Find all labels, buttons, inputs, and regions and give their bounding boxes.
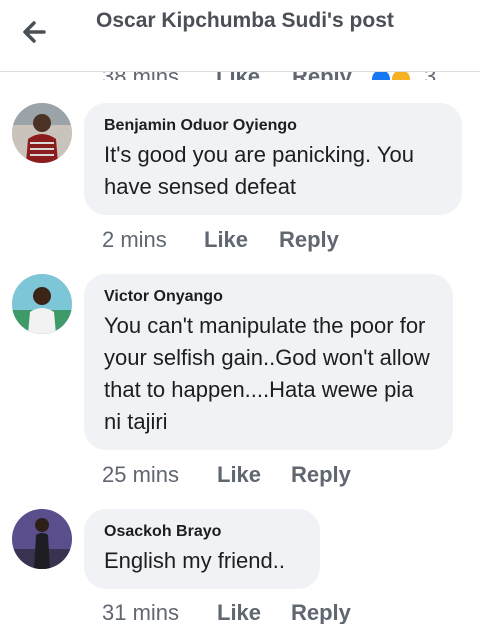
comment-time: 25 mins [102, 462, 180, 487]
comment-time: 2 mins [102, 227, 167, 252]
comment-actions: 25 mins Like Reply [0, 462, 480, 492]
comment-text: It's good you are panicking. You have se… [104, 142, 414, 199]
comment-author[interactable]: Victor Onyango [104, 286, 433, 308]
comment-author[interactable]: Osackoh Brayo [104, 521, 300, 543]
reply-button[interactable]: Reply [291, 462, 351, 488]
comment-text: You can't manipulate the poor for your s… [104, 313, 430, 434]
comment-bubble[interactable]: Victor Onyango You can't manipulate the … [84, 274, 453, 450]
like-button[interactable]: Like [204, 227, 248, 253]
avatar[interactable] [12, 103, 72, 163]
comment-author[interactable]: Benjamin Oduor Oyiengo [104, 115, 442, 137]
comment-bubble[interactable]: Osackoh Brayo English my friend.. [84, 509, 320, 589]
page-title: Oscar Kipchumba Sudi's post [96, 9, 394, 32]
comment-actions: 31 mins Like Reply [0, 600, 480, 624]
like-button[interactable]: Like [217, 462, 261, 488]
reply-button[interactable]: Reply [279, 227, 339, 253]
avatar[interactable] [12, 274, 72, 334]
arrow-left-icon [23, 21, 46, 43]
comment-actions: 2 mins Like Reply [0, 227, 480, 257]
comment-bubble[interactable]: Benjamin Oduor Oyiengo It's good you are… [84, 103, 462, 215]
avatar[interactable] [12, 509, 72, 569]
reply-button[interactable]: Reply [291, 600, 351, 624]
comment-time: 31 mins [102, 600, 180, 624]
comment-text: English my friend.. [104, 548, 285, 573]
back-button[interactable] [14, 14, 56, 50]
profile-photo-icon [12, 274, 72, 334]
profile-photo-icon [12, 509, 72, 569]
like-button[interactable]: Like [217, 600, 261, 624]
post-header: Oscar Kipchumba Sudi's post [0, 0, 480, 72]
profile-photo-icon [12, 103, 72, 163]
